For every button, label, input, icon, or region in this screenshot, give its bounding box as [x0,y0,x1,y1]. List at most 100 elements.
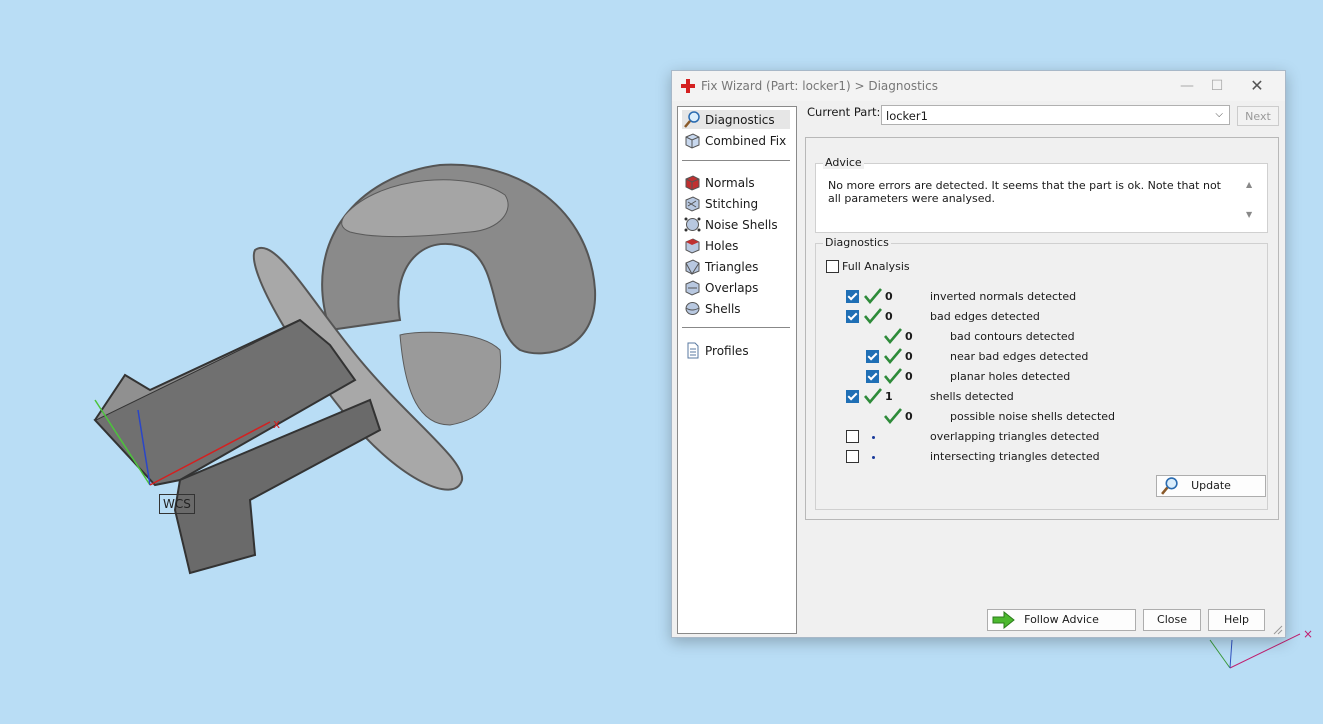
diagnostic-count: 0 [885,310,893,323]
diagnostic-row: 0 inverted normals detected [816,288,1256,307]
resize-grip-icon[interactable] [1273,625,1283,635]
diagnostic-label: bad edges detected [930,310,1040,323]
diagnostic-checkbox[interactable] [846,310,859,323]
diagnostic-row: intersecting triangles detected [816,449,1256,467]
wcs-label: WCS [159,494,195,514]
diagnostic-row: overlapping triangles detected [816,429,1256,447]
fix-wizard-dialog: Fix Wizard (Part: locker1) > Diagnostics… [671,70,1286,638]
nav-item-profiles[interactable]: Profiles [682,341,790,360]
nav-divider [682,160,790,161]
nav-item-diagnostics[interactable]: Diagnostics [682,110,790,129]
diagnostic-row: 0 planar holes detected [816,368,1256,387]
triangles-cube-icon [685,259,700,275]
nav-label: Combined Fix [705,134,787,148]
diagnostic-checkbox[interactable] [846,290,859,303]
shells-icon [685,302,700,315]
axis-x-label: x [273,417,280,431]
update-label: Update [1191,479,1231,492]
diagnostic-row: 1 shells detected [816,388,1256,407]
green-check-icon [884,408,902,424]
window-title: Fix Wizard (Part: locker1) > Diagnostics [701,79,938,93]
nav-item-noise-shells[interactable]: Noise Shells [682,215,790,234]
nav-item-combined-fix[interactable]: Combined Fix [682,131,790,150]
help-button[interactable]: Help [1208,609,1265,631]
green-check-icon [864,308,882,324]
chevron-down-icon: ⌵ [1215,109,1223,120]
diagnostic-row: 0 possible noise shells detected [816,408,1256,427]
green-check-icon [884,368,902,384]
nav-item-triangles[interactable]: Triangles [682,257,790,276]
close-window-button[interactable]: ✕ [1242,75,1272,97]
diagnostic-count: 0 [905,350,913,363]
green-arrow-icon [992,611,1015,629]
diagnostic-count: 0 [905,330,913,343]
nav-label: Holes [705,239,739,253]
nav-label: Profiles [705,344,749,358]
full-analysis-label: Full Analysis [842,260,910,273]
follow-advice-label: Follow Advice [1024,613,1099,626]
diagnostic-checkbox[interactable] [866,370,879,383]
advice-title: Advice [823,156,864,169]
diagnostic-checkbox[interactable] [846,450,859,463]
cube-icon [685,133,700,149]
close-button[interactable]: Close [1143,609,1201,631]
nav-item-holes[interactable]: Holes [682,236,790,255]
diagnostic-label: bad contours detected [950,330,1075,343]
scroll-down-arrow-icon[interactable]: ▼ [1246,210,1252,219]
nav-label: Normals [705,176,755,190]
nav-label: Noise Shells [705,218,778,232]
diagnostic-count: 0 [905,410,913,423]
diagnostic-count: 0 [905,370,913,383]
nav-label: Overlaps [705,281,759,295]
follow-advice-button[interactable]: Follow Advice [987,609,1136,631]
scroll-up-arrow-icon[interactable]: ▲ [1246,180,1252,189]
update-button[interactable]: Update [1156,475,1266,497]
nav-divider [682,327,790,328]
nav-item-normals[interactable]: Normals [682,173,790,192]
wizard-nav: Diagnostics Combined Fix Normals Stitchi… [677,106,797,634]
diagnostic-row: 0 bad contours detected [816,328,1256,347]
title-bar[interactable]: Fix Wizard (Part: locker1) > Diagnostics… [672,71,1285,101]
diagnostics-title: Diagnostics [823,236,891,249]
nav-item-overlaps[interactable]: Overlaps [682,278,790,297]
pending-dot-icon [872,456,875,459]
current-part-value: locker1 [886,109,928,123]
minimize-button[interactable]: — [1172,75,1202,97]
current-part-label: Current Part: [807,105,881,119]
svg-text:×: × [1303,627,1313,641]
full-analysis-checkbox[interactable] [826,260,839,273]
diagnostic-label: overlapping triangles detected [930,430,1100,443]
magnifier-icon [1161,477,1178,495]
current-part-select[interactable]: locker1 ⌵ [881,105,1230,125]
diagnostic-checkbox[interactable] [846,430,859,443]
diagnostic-checkbox[interactable] [866,350,879,363]
diagnostic-count: 0 [885,290,893,303]
holes-cube-icon [685,238,700,254]
green-check-icon [864,288,882,304]
nav-item-shells[interactable]: Shells [682,299,790,318]
green-check-icon [884,328,902,344]
green-check-icon [884,348,902,364]
diagnostic-count: 1 [885,390,893,403]
magnifier-icon [684,111,700,128]
noise-shells-icon [684,217,701,232]
nav-item-stitching[interactable]: Stitching [682,194,790,213]
nav-label: Shells [705,302,741,316]
diagnostics-group: Diagnostics Full Analysis 0 inverted norm… [815,236,1268,510]
overlaps-cube-icon [685,280,700,296]
pending-dot-icon [872,436,875,439]
green-check-icon [864,388,882,404]
diagnostic-label: inverted normals detected [930,290,1077,303]
nav-label: Triangles [705,260,759,274]
next-button[interactable]: Next [1237,106,1279,126]
diagnostic-label: planar holes detected [950,370,1071,383]
diagnostics-panel: Advice No more errors are detected. It s… [805,137,1279,520]
diagnostic-label: near bad edges detected [950,350,1089,363]
diagnostic-checkbox[interactable] [846,390,859,403]
diagnostic-label: shells detected [930,390,1014,403]
normals-cube-icon [685,175,700,191]
diagnostic-label: possible noise shells detected [950,410,1116,423]
maximize-button[interactable]: ☐ [1202,75,1232,97]
advice-text: No more errors are detected. It seems th… [828,179,1221,205]
red-cross-icon [681,79,695,93]
